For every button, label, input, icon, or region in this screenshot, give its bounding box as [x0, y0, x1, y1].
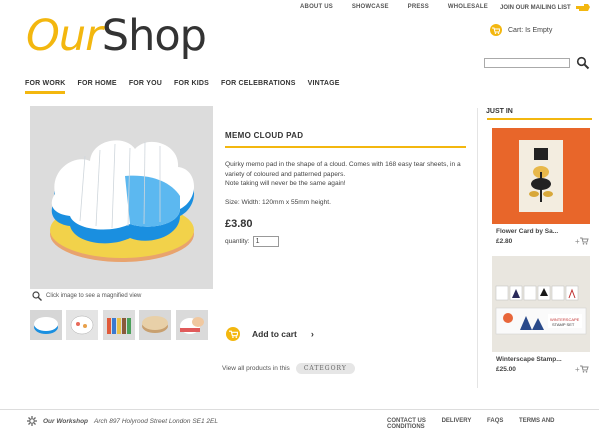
- quantity-row: quantity: 1: [225, 236, 279, 247]
- shop-logo[interactable]: OurShop: [26, 10, 207, 62]
- magnifier-icon: [32, 291, 42, 301]
- zoom-note[interactable]: Click image to see a magnified view: [32, 291, 141, 301]
- svg-text:+: +: [575, 237, 580, 245]
- add-to-cart-button[interactable]: Add to cart ›: [226, 327, 314, 341]
- footer-link-faqs[interactable]: FAQS: [487, 418, 503, 424]
- description-line-1: Quirky memo pad in the shape of a cloud.…: [225, 161, 461, 178]
- product-title: MEMO CLOUD PAD: [225, 131, 304, 140]
- just-in-price-2: £25.00: [496, 366, 516, 373]
- chevron-right-icon: ›: [310, 329, 314, 339]
- zoom-note-label: Click image to see a magnified view: [46, 293, 142, 299]
- description-line-2: Note taking will never be the same again…: [225, 180, 346, 187]
- top-link-showcase[interactable]: SHOWCASE: [352, 4, 389, 10]
- search-icon[interactable]: [576, 56, 590, 70]
- top-links: ABOUT US SHOWCASE PRESS WHOLESALE: [300, 4, 505, 10]
- just-in-underline: [487, 118, 592, 120]
- view-all-label: View all products in this: [222, 365, 290, 372]
- footer-links: CONTACT US DELIVERY FAQS TERMS AND CONDI…: [387, 418, 599, 430]
- gear-icon: [27, 416, 37, 426]
- add-to-cart-label: Add to cart: [252, 329, 297, 339]
- view-all-row: View all products in this CATEGORY: [222, 363, 355, 374]
- footer-info: Our Workshop Arch 897 Holyrood Street Lo…: [27, 416, 218, 426]
- cart-icon: [226, 327, 240, 341]
- nav-for-work[interactable]: FOR WORK: [25, 80, 66, 94]
- just-in-price-1: £2.80: [496, 238, 513, 245]
- top-link-about-us[interactable]: ABOUT US: [300, 4, 333, 10]
- cart-icon: [490, 24, 502, 36]
- nav-for-home[interactable]: FOR HOME: [77, 80, 116, 94]
- just-in-image-1[interactable]: [492, 128, 590, 224]
- quantity-input[interactable]: 1: [252, 236, 279, 247]
- nav-for-celebrations[interactable]: FOR CELEBRATIONS: [221, 80, 296, 94]
- sidebar-divider: [477, 108, 478, 388]
- product-price: £3.80: [225, 218, 253, 230]
- product-main-image[interactable]: [30, 106, 213, 289]
- product-description: Quirky memo pad in the shape of a cloud.…: [225, 160, 475, 189]
- logo-part-our: Our: [26, 11, 103, 61]
- mailing-list-label: JOIN OUR MAILING LIST: [500, 4, 571, 11]
- search-input[interactable]: [484, 58, 570, 68]
- product-thumbnail-2[interactable]: [66, 310, 98, 340]
- footer-link-delivery[interactable]: DELIVERY: [442, 418, 472, 424]
- product-thumbnail-3[interactable]: [103, 310, 135, 340]
- nav-vintage[interactable]: VINTAGE: [308, 80, 340, 94]
- top-link-press[interactable]: PRESS: [408, 4, 429, 10]
- footer-divider: [0, 409, 599, 410]
- mailing-list-link[interactable]: JOIN OUR MAILING LIST: [500, 3, 590, 12]
- just-in-heading: JUST IN: [486, 108, 513, 115]
- nav-for-kids[interactable]: FOR KIDS: [174, 80, 209, 94]
- just-in-title-2[interactable]: Winterscape Stamp...: [496, 356, 562, 363]
- category-button[interactable]: CATEGORY: [295, 363, 355, 374]
- pointing-hand-icon: [575, 4, 590, 11]
- product-thumbnail-5[interactable]: [176, 310, 208, 340]
- logo-part-shop: Shop: [101, 11, 207, 61]
- top-link-wholesale[interactable]: WHOLESALE: [448, 4, 488, 10]
- footer-workshop-name: Our Workshop: [43, 417, 89, 425]
- quantity-label: quantity:: [225, 238, 250, 245]
- add-to-cart-small-icon[interactable]: +: [575, 365, 589, 373]
- main-nav: FOR WORK FOR HOME FOR YOU FOR KIDS FOR C…: [25, 80, 352, 94]
- svg-text:STAMP SET: STAMP SET: [552, 322, 575, 327]
- add-to-cart-small-icon[interactable]: +: [575, 237, 589, 245]
- product-size: Size: Width: 120mm x 55mm height.: [225, 199, 331, 206]
- footer-address: Arch 897 Holyrood Street London SE1 2EL: [94, 417, 218, 425]
- product-thumbnail-1[interactable]: [30, 310, 62, 340]
- just-in-title-1[interactable]: Flower Card by Sa...: [496, 228, 558, 235]
- cart-label: Cart: Is Empty: [508, 26, 553, 34]
- product-thumbnail-4[interactable]: [139, 310, 171, 340]
- nav-for-you[interactable]: FOR YOU: [129, 80, 162, 94]
- svg-text:+: +: [575, 365, 580, 373]
- title-underline: [225, 146, 466, 148]
- just-in-image-2[interactable]: WINTERSCAPE STAMP SET: [492, 256, 590, 352]
- cart-status[interactable]: Cart: Is Empty: [490, 24, 552, 36]
